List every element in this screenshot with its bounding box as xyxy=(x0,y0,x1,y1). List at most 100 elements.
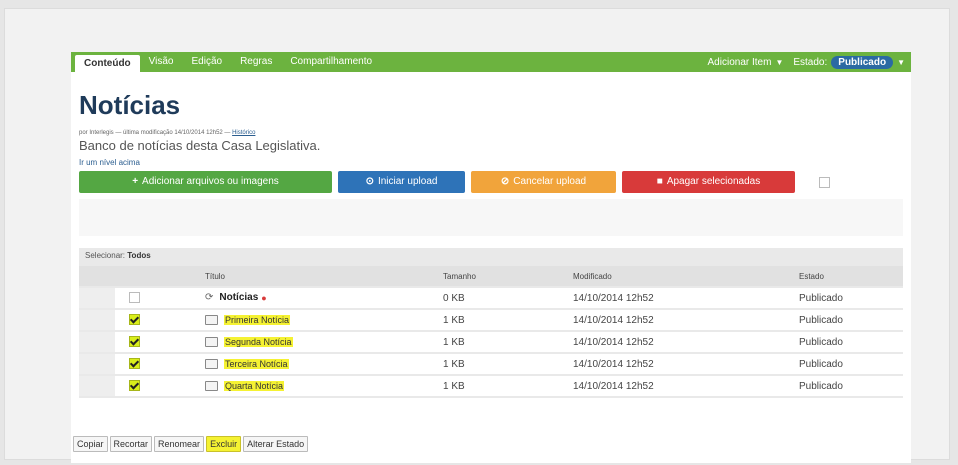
row-size: 1 KB xyxy=(443,310,573,330)
folder-actions: Copiar Recortar Renomear Excluir Alterar… xyxy=(73,436,309,452)
drag-handle[interactable] xyxy=(79,354,115,374)
row-checkbox[interactable] xyxy=(129,314,140,326)
row-checkbox[interactable] xyxy=(129,358,140,370)
row-title-cell: ⟳ Notícias ● xyxy=(205,288,443,308)
row-state: Publicado xyxy=(799,288,903,308)
row-title-cell: Quarta Notícia xyxy=(205,376,443,396)
row-modified: 14/10/2014 12h52 xyxy=(573,354,799,374)
row-title-cell: Primeira Notícia xyxy=(205,310,443,330)
add-item-menu[interactable]: Adicionar Item ▼ xyxy=(708,57,784,68)
folder-icon xyxy=(205,314,218,325)
row-state: Publicado xyxy=(799,354,903,374)
table-row[interactable]: Quarta Notícia 1 KB 14/10/2014 12h52 Pub… xyxy=(79,376,903,396)
file-listing: Selecionar: Todos Título Tamanho Modific… xyxy=(79,248,903,398)
document-byline: por Interlegis — última modificação 14/1… xyxy=(79,130,255,136)
screenshot-frame: Conteúdo Visão Edição Regras Compartilha… xyxy=(4,8,950,463)
row-size: 1 KB xyxy=(443,354,573,374)
drag-handle[interactable] xyxy=(79,310,115,330)
red-dot-icon: ● xyxy=(261,292,267,303)
sync-icon: ⟳ xyxy=(205,292,214,304)
change-state-button[interactable]: Alterar Estado xyxy=(243,436,309,452)
cancel-upload-button[interactable]: ⊘ Cancelar upload xyxy=(471,171,616,193)
row-size: 1 KB xyxy=(443,332,573,352)
up-one-level-link[interactable]: Ir um nível acima xyxy=(79,158,140,167)
select-all-upload-checkbox[interactable] xyxy=(819,177,830,188)
row-checkbox[interactable] xyxy=(129,292,140,304)
header-grab xyxy=(79,266,115,286)
row-checkbox-cell xyxy=(115,376,205,396)
page-description: Banco de notícias desta Casa Legislativa… xyxy=(79,138,321,153)
toolbar-right: Adicionar Item ▼ Estado: Publicado ▼ xyxy=(708,55,911,69)
tab-compartilhamento[interactable]: Compartilhamento xyxy=(281,52,381,72)
header-size[interactable]: Tamanho xyxy=(443,266,573,286)
start-upload-label: Iniciar upload xyxy=(377,176,438,187)
folder-icon xyxy=(205,380,218,391)
history-link[interactable]: Histórico xyxy=(232,130,255,136)
delete-selected-label: Apagar selecionadas xyxy=(666,176,761,187)
cancel-upload-label: Cancelar upload xyxy=(513,176,587,187)
row-title[interactable]: Segunda Notícia xyxy=(224,336,293,347)
row-title[interactable]: Terceira Notícia xyxy=(224,358,289,369)
header-state[interactable]: Estado xyxy=(799,266,903,286)
select-row: Selecionar: Todos xyxy=(79,248,903,264)
delete-selected-button[interactable]: ■ Apagar selecionadas xyxy=(622,171,795,193)
add-files-label: Adicionar arquivos ou imagens xyxy=(142,176,279,187)
tab-regras[interactable]: Regras xyxy=(231,52,281,72)
state-badge: Publicado xyxy=(831,55,894,69)
drag-handle[interactable] xyxy=(79,376,115,396)
row-size: 1 KB xyxy=(443,376,573,396)
header-modified[interactable]: Modificado xyxy=(573,266,799,286)
row-state: Publicado xyxy=(799,376,903,396)
table-row[interactable]: Primeira Notícia 1 KB 14/10/2014 12h52 P… xyxy=(79,310,903,330)
content-panel: Conteúdo Visão Edição Regras Compartilha… xyxy=(71,52,911,463)
row-checkbox-cell xyxy=(115,354,205,374)
row-title[interactable]: Quarta Notícia xyxy=(224,380,285,391)
plus-icon: + xyxy=(132,176,139,187)
row-checkbox-cell xyxy=(115,310,205,330)
state-menu[interactable]: Estado: Publicado ▼ xyxy=(793,55,905,69)
tab-visao[interactable]: Visão xyxy=(140,52,183,72)
trash-icon: ■ xyxy=(656,176,663,187)
tab-edicao[interactable]: Edição xyxy=(183,52,232,72)
chevron-down-icon: ▼ xyxy=(897,57,905,67)
row-size: 0 KB xyxy=(443,288,573,308)
start-upload-button[interactable]: ⊙ Iniciar upload xyxy=(338,171,465,193)
row-title-cell: Terceira Notícia xyxy=(205,354,443,374)
drag-handle[interactable] xyxy=(79,288,115,308)
edit-toolbar: Conteúdo Visão Edição Regras Compartilha… xyxy=(71,52,911,72)
row-checkbox-cell xyxy=(115,332,205,352)
row-modified: 14/10/2014 12h52 xyxy=(573,376,799,396)
row-checkbox-cell xyxy=(115,288,205,308)
table-row[interactable]: Terceira Notícia 1 KB 14/10/2014 12h52 P… xyxy=(79,354,903,374)
row-state: Publicado xyxy=(799,332,903,352)
row-title[interactable]: Primeira Notícia xyxy=(224,314,291,325)
folder-icon xyxy=(205,358,218,369)
upload-dropzone[interactable] xyxy=(79,199,903,236)
table-header-row: Título Tamanho Modificado Estado xyxy=(79,266,903,286)
tab-conteudo[interactable]: Conteúdo xyxy=(75,55,140,72)
row-state: Publicado xyxy=(799,310,903,330)
add-item-label: Adicionar Item xyxy=(707,56,772,68)
row-title-cell: Segunda Notícia xyxy=(205,332,443,352)
upload-icon: ⊙ xyxy=(365,176,374,187)
cut-button[interactable]: Recortar xyxy=(109,436,153,452)
table-row[interactable]: ⟳ Notícias ● 0 KB 14/10/2014 12h52 Publica… xyxy=(79,288,903,308)
header-check xyxy=(115,266,205,286)
table-row[interactable]: Segunda Notícia 1 KB 14/10/2014 12h52 Pu… xyxy=(79,332,903,352)
select-all-link[interactable]: Todos xyxy=(127,251,150,260)
row-modified: 14/10/2014 12h52 xyxy=(573,288,799,308)
add-files-button[interactable]: + Adicionar arquivos ou imagens xyxy=(79,171,332,193)
page-title: Notícias xyxy=(79,90,181,120)
row-title[interactable]: Notícias xyxy=(219,293,258,304)
folder-contents-table: Título Tamanho Modificado Estado ⟳ Notíci… xyxy=(79,264,903,398)
drag-handle[interactable] xyxy=(79,332,115,352)
byline-text: por Interlegis — última modificação 14/1… xyxy=(79,130,231,136)
row-checkbox[interactable] xyxy=(129,380,140,392)
delete-button[interactable]: Excluir xyxy=(206,436,242,452)
row-checkbox[interactable] xyxy=(129,336,140,348)
select-prefix: Selecionar: xyxy=(85,251,126,260)
header-title[interactable]: Título xyxy=(205,266,443,286)
copy-button[interactable]: Copiar xyxy=(73,436,108,452)
rename-button[interactable]: Renomear xyxy=(154,436,205,452)
state-label: Estado: xyxy=(793,56,828,68)
